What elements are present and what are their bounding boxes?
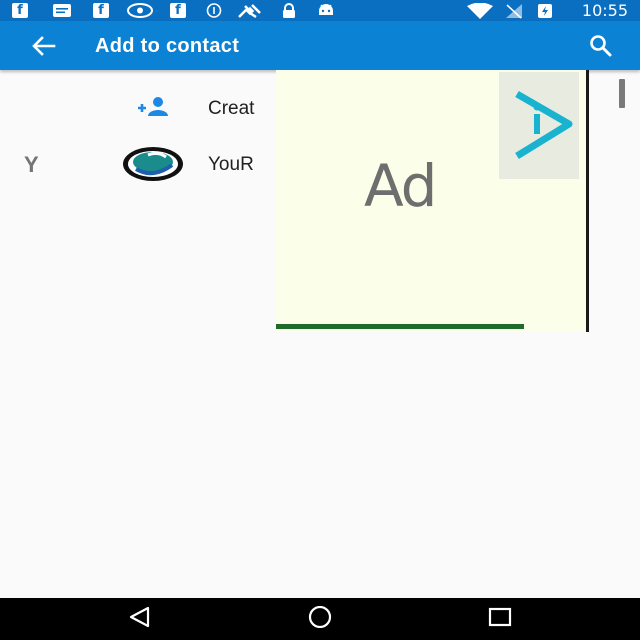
nav-home-button[interactable]	[300, 604, 340, 634]
contact-avatar-icon	[122, 145, 184, 183]
battery-charging-icon	[537, 3, 553, 18]
contact-label: YouR	[208, 154, 254, 175]
scrollbar[interactable]	[619, 79, 625, 108]
facebook-icon: f	[12, 3, 28, 18]
nav-recents-button[interactable]	[480, 604, 520, 634]
back-button[interactable]	[28, 33, 58, 59]
facebook-icon: f	[93, 3, 109, 18]
navigation-bar	[0, 598, 640, 640]
no-sim-icon	[505, 3, 523, 19]
search-button[interactable]	[586, 32, 616, 60]
status-bar: f f f 10:55	[0, 0, 640, 21]
eye-icon	[127, 3, 153, 18]
ad-progress-bar	[276, 324, 524, 329]
play-badge-icon	[499, 90, 579, 183]
back-arrow-icon	[28, 36, 58, 63]
ad-label: Ad	[364, 152, 437, 220]
ad-banner[interactable]: Ad	[276, 70, 589, 332]
search-icon	[586, 35, 616, 64]
message-icon	[52, 3, 72, 18]
nav-back-button[interactable]	[120, 604, 160, 634]
ad-choices-button[interactable]	[499, 72, 579, 179]
android-icon	[317, 3, 335, 18]
create-contact-label: Creat	[208, 98, 255, 119]
add-person-icon	[122, 89, 184, 127]
info-circle-icon	[206, 3, 222, 18]
wifi-icon	[466, 2, 494, 19]
status-time: 10:55	[581, 1, 628, 20]
nav-home-icon	[305, 605, 335, 633]
satellite-icon	[236, 3, 264, 18]
facebook-icon: f	[170, 3, 186, 18]
app-bar: Add to contact	[0, 21, 640, 70]
lock-icon	[282, 2, 296, 18]
nav-recents-icon	[487, 606, 513, 633]
section-letter: Y	[24, 152, 39, 177]
nav-back-icon	[127, 606, 153, 633]
page-title: Add to contact	[95, 35, 240, 57]
